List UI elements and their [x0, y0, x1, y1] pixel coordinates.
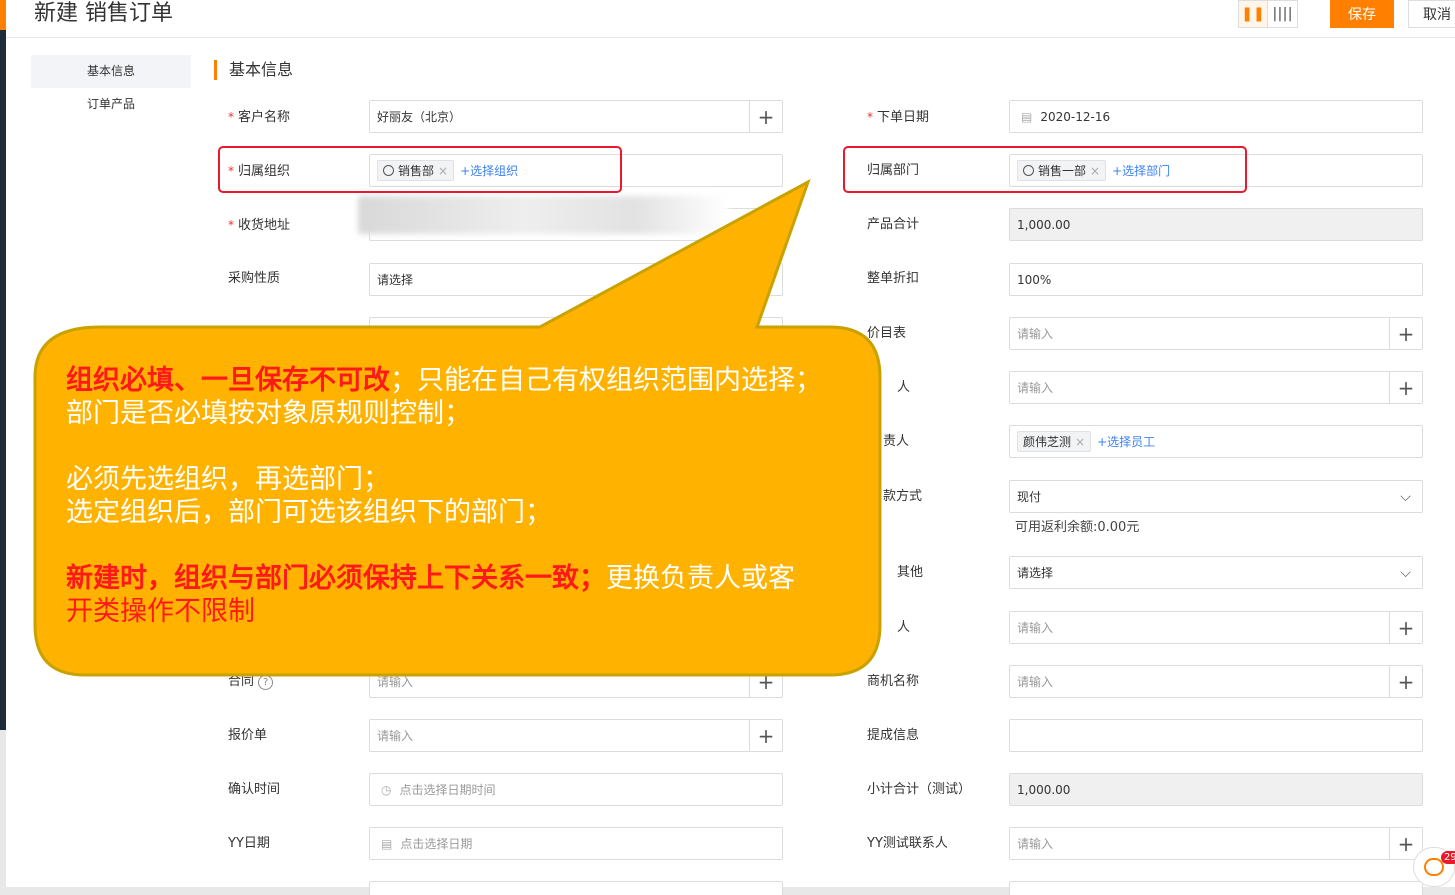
callout-line-4: 选定组织后，部门可选该组织下的部门；	[66, 497, 552, 528]
callout-line-2: 部门是否必填按对象原规则控制；	[66, 398, 471, 429]
callout-line-6: 开类操作不限制	[66, 596, 255, 627]
callout-line-3: 必须先选组织，再选部门；	[66, 464, 390, 495]
chat-button[interactable]: 29	[1413, 847, 1455, 887]
callout-line-5: 新建时，组织与部门必须保持上下关系一致；更换负责人或客	[66, 563, 795, 594]
unread-count-badge: 29	[1441, 851, 1455, 864]
callout-text: 组织必填、一旦保存不可改；只能在自己有权组织范围内选择； 部门是否必填按对象原规…	[66, 364, 866, 628]
callout-line-1: 组织必填、一旦保存不可改；只能在自己有权组织范围内选择；	[66, 365, 822, 396]
